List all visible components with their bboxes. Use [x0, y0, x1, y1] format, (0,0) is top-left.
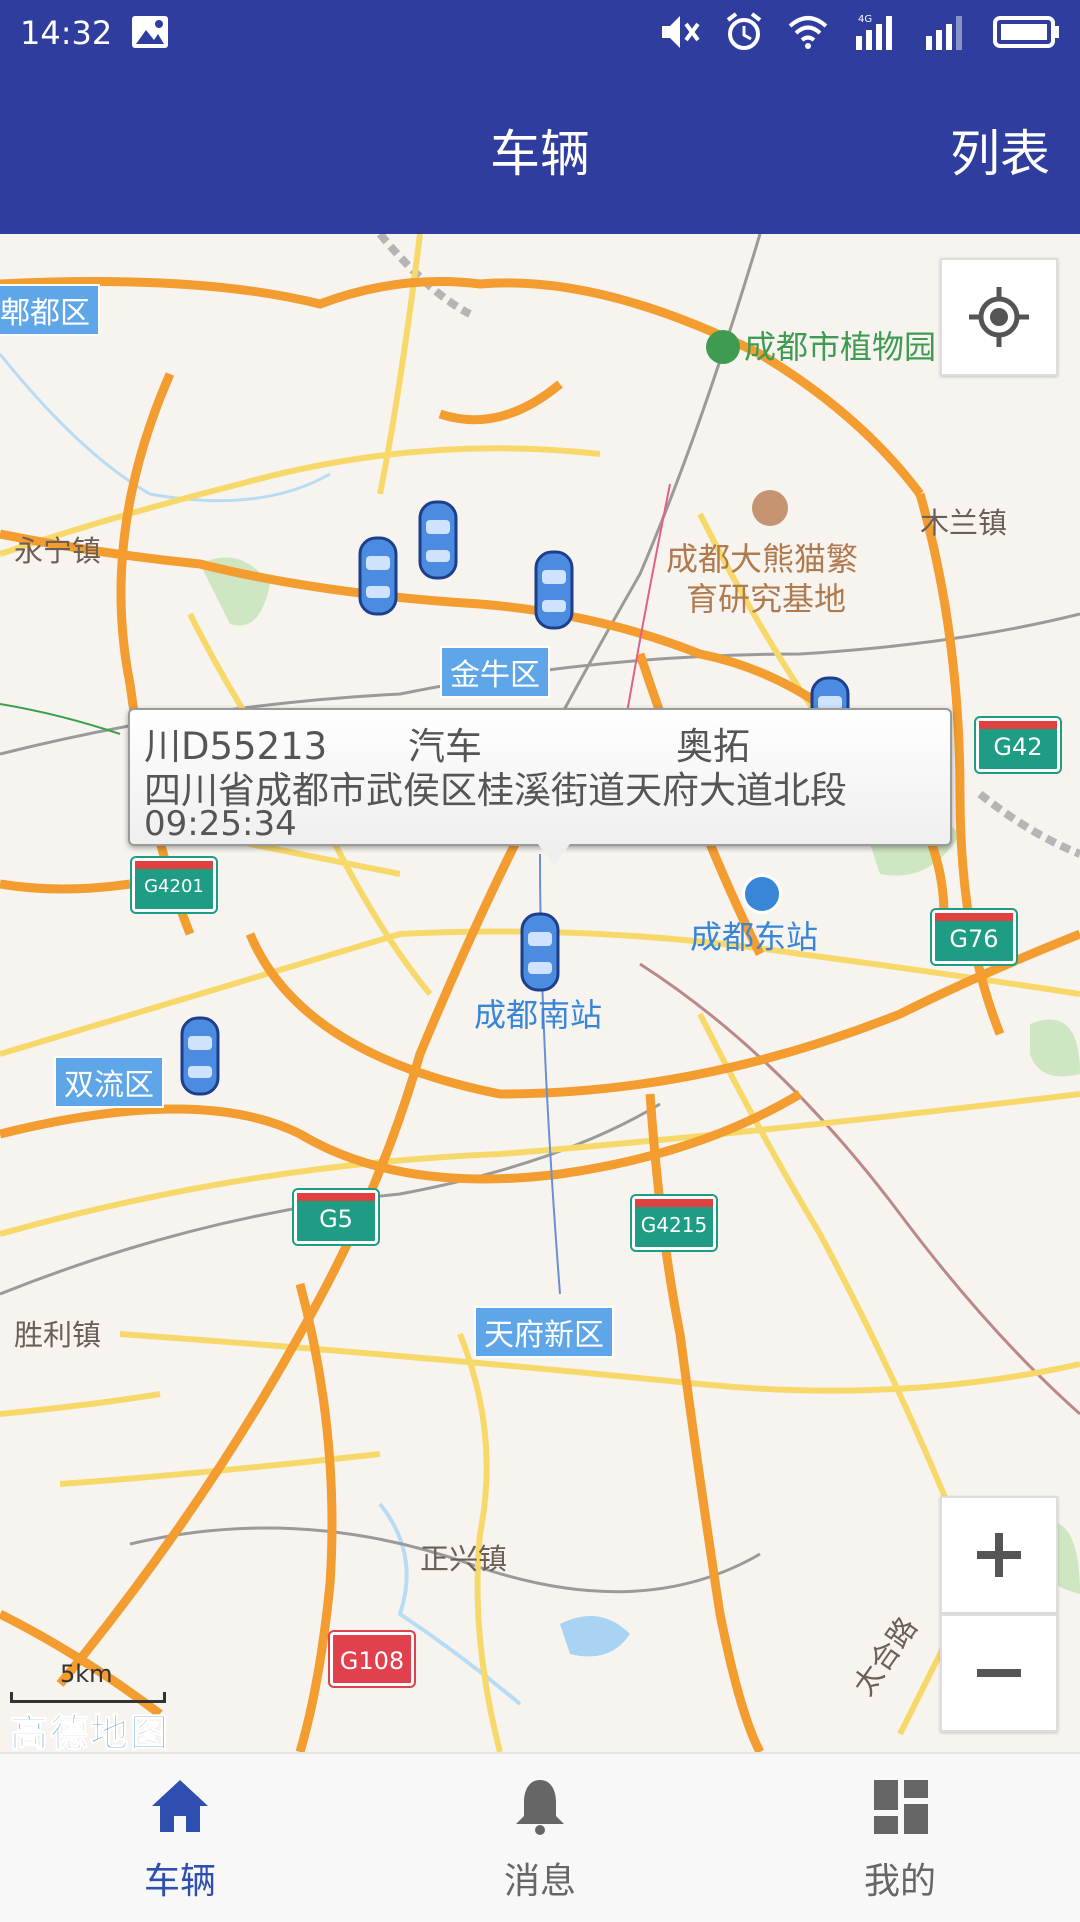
- vehicle-marker[interactable]: [356, 534, 400, 618]
- map-label-mulan: 木兰镇: [920, 506, 1008, 540]
- locate-button[interactable]: [940, 258, 1058, 376]
- vehicle-info-popup[interactable]: 川D55213 汽车 奥拓 四川省成都市武侯区桂溪街道天府大道北段 09:25:…: [128, 708, 952, 866]
- svg-text:4G: 4G: [858, 14, 872, 25]
- map-poi-panda-base-2: 育研究基地: [686, 580, 847, 618]
- gallery-notification-icon: [130, 14, 170, 54]
- map-label-shengli: 胜利镇: [14, 1318, 102, 1352]
- landmark-icon: [752, 490, 788, 526]
- battery-icon: [993, 16, 1059, 48]
- plus-icon: [977, 1533, 1021, 1577]
- nav-label-messages: 消息: [503, 1861, 576, 1902]
- nav-item-vehicles[interactable]: 车辆: [0, 1754, 360, 1922]
- map-label-tianfu: 天府新区: [474, 1306, 614, 1358]
- locate-icon: [969, 287, 1029, 347]
- map-label-jinniu: 金牛区: [440, 646, 550, 698]
- map-label-pidu: 郫都区: [0, 284, 100, 336]
- nav-item-messages[interactable]: 消息: [360, 1754, 720, 1922]
- bell-icon: [516, 1780, 564, 1835]
- highway-shield-g42: G42: [976, 718, 1060, 772]
- map-poi-east-station: 成都东站: [690, 918, 819, 956]
- nav-label-mine: 我的: [863, 1861, 936, 1902]
- app-bar: 车辆 列表: [0, 66, 1080, 234]
- wifi-icon: [788, 16, 828, 49]
- zoom-in-button[interactable]: [940, 1496, 1058, 1614]
- nav-item-mine[interactable]: 我的: [720, 1754, 1080, 1922]
- map-view[interactable]: 郫都区 永宁镇 成都市植物园 木兰镇 成都大熊猫繁 育研究基地 金牛区 双流区 …: [0, 234, 1080, 1752]
- minus-icon: [977, 1669, 1021, 1677]
- highway-shield-g108: G108: [330, 1632, 414, 1686]
- map-scale-label: 5km: [60, 1660, 113, 1688]
- map-poi-south-station: 成都南站: [474, 996, 603, 1034]
- dashboard-icon: [874, 1780, 928, 1834]
- map-label-shuangliu: 双流区: [54, 1056, 164, 1108]
- highway-shield-g4215: G4215: [632, 1196, 716, 1250]
- signal-4g-icon: 4G: [856, 14, 892, 50]
- vehicle-marker-selected[interactable]: [518, 910, 562, 994]
- page-title: 车辆: [490, 125, 590, 183]
- signal-icon: [926, 16, 962, 50]
- highway-shield-g4201: G4201: [132, 858, 216, 912]
- park-icon: [706, 330, 740, 364]
- status-bar: 14:32 4G: [0, 0, 1080, 66]
- highway-shield-g5: G5: [294, 1190, 378, 1244]
- zoom-out-button[interactable]: [940, 1614, 1058, 1732]
- vehicle-marker[interactable]: [178, 1014, 222, 1098]
- train-station-icon: [742, 874, 782, 914]
- map-poi-botanical-garden: 成都市植物园: [706, 322, 936, 368]
- highway-shield-g76: G76: [932, 910, 1016, 964]
- amap-logo: 高德地图: [9, 1711, 171, 1753]
- bottom-nav: 车辆 消息 我的: [0, 1752, 1080, 1922]
- alarm-icon: [726, 12, 762, 50]
- list-button[interactable]: 列表: [950, 114, 1050, 186]
- home-icon: [152, 1780, 208, 1832]
- vehicle-marker[interactable]: [532, 548, 576, 632]
- popup-time: 09:25:34: [144, 804, 297, 844]
- map-label-zhengxing: 正兴镇: [420, 1542, 508, 1576]
- nav-label-vehicles: 车辆: [143, 1861, 216, 1902]
- status-time: 14:32: [20, 14, 113, 52]
- mute-icon: [662, 16, 700, 48]
- map-label-yongning: 永宁镇: [14, 534, 102, 568]
- status-icons: 4G: [658, 12, 1062, 52]
- vehicle-marker[interactable]: [416, 498, 460, 582]
